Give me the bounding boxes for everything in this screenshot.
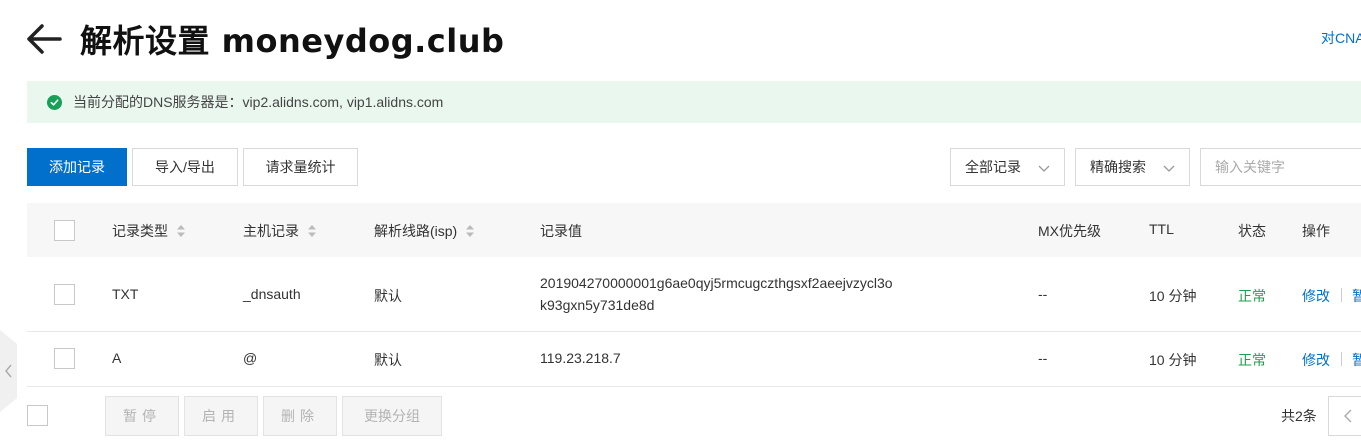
edit-link[interactable]: 修改 — [1302, 350, 1330, 370]
host-record: @ — [243, 350, 258, 366]
keyword-search-input[interactable] — [1200, 148, 1361, 186]
record-filter-label: 全部记录 — [965, 159, 1021, 175]
pause-button[interactable]: 暂停 — [105, 396, 179, 436]
ttl-value: 10 分钟 — [1149, 288, 1197, 304]
resolve-line: 默认 — [374, 288, 402, 304]
record-value-line-1: 201904270000001g6ae0qyj5rmcugczthgsxf2ae… — [540, 275, 893, 291]
chevron-down-icon — [1163, 161, 1175, 177]
table-row: TXT _dnsauth 默认 201904270000001g6ae0qyj5… — [27, 257, 1361, 332]
search-mode-label: 精确搜索 — [1090, 159, 1146, 175]
column-value: 记录值 — [540, 223, 582, 239]
column-ttl: TTL — [1149, 221, 1174, 237]
search-mode-select[interactable]: 精确搜索 — [1075, 148, 1190, 186]
column-actions: 操作 — [1302, 223, 1330, 239]
mx-priority: -- — [1038, 350, 1048, 366]
chevron-down-icon — [1038, 161, 1050, 177]
action-divider — [1341, 352, 1342, 366]
sort-icon[interactable] — [307, 224, 317, 238]
action-divider — [1341, 288, 1342, 302]
total-count: 共2条 — [1281, 408, 1317, 424]
back-arrow-icon[interactable] — [24, 19, 64, 59]
column-host-label: 主机记录 — [243, 223, 299, 239]
mx-priority: -- — [1038, 286, 1048, 302]
select-all-checkbox[interactable] — [54, 220, 75, 241]
page-header: 解析设置 moneydog.club — [24, 14, 504, 64]
request-stats-button[interactable]: 请求量统计 — [243, 148, 358, 186]
add-record-button[interactable]: 添加记录 — [27, 148, 127, 186]
column-type-label: 记录类型 — [112, 223, 168, 239]
pagination-prev-button[interactable] — [1328, 396, 1361, 436]
table-header: 记录类型 主机记录 解析线路(isp) 记录值 MX优先级 TTL 状态 操作 — [27, 203, 1361, 257]
table-row: A @ 默认 119.23.218.7 -- 10 分钟 正常 修改 暂 — [27, 332, 1361, 387]
row-checkbox[interactable] — [54, 284, 75, 305]
cname-link[interactable]: 对CNA — [1321, 28, 1361, 48]
pause-link[interactable]: 暂 — [1352, 350, 1361, 370]
resolve-line: 默认 — [374, 352, 402, 368]
page-title: 解析设置 moneydog.club — [80, 22, 505, 60]
footer-select-all-checkbox[interactable] — [27, 405, 48, 426]
delete-button[interactable]: 删除 — [263, 396, 337, 436]
record-filter-select[interactable]: 全部记录 — [950, 148, 1065, 186]
row-checkbox[interactable] — [54, 348, 75, 369]
record-value-line-1: 119.23.218.7 — [540, 350, 621, 366]
column-mx: MX优先级 — [1038, 223, 1101, 239]
enable-button[interactable]: 启用 — [184, 396, 258, 436]
column-status: 状态 — [1238, 223, 1266, 239]
record-value-line-2: k93gxn5y731de8d — [540, 297, 655, 313]
sort-icon[interactable] — [176, 224, 186, 238]
status-badge: 正常 — [1238, 288, 1266, 304]
column-host[interactable]: 主机记录 — [243, 221, 317, 241]
status-badge: 正常 — [1238, 352, 1266, 368]
notice-text: 当前分配的DNS服务器是：vip2.alidns.com, vip1.alidn… — [73, 94, 444, 110]
column-line[interactable]: 解析线路(isp) — [374, 221, 475, 241]
record-type: TXT — [112, 286, 139, 302]
column-type[interactable]: 记录类型 — [112, 221, 186, 241]
import-export-button[interactable]: 导入/导出 — [132, 148, 238, 186]
change-group-button[interactable]: 更换分组 — [342, 396, 442, 436]
chevron-left-icon — [1344, 409, 1352, 423]
sidebar-collapse-handle[interactable] — [0, 330, 17, 412]
dns-server-notice: 当前分配的DNS服务器是：vip2.alidns.com, vip1.alidn… — [27, 81, 1361, 123]
edit-link[interactable]: 修改 — [1302, 286, 1330, 306]
sort-icon[interactable] — [465, 224, 475, 238]
host-record: _dnsauth — [243, 286, 301, 302]
ttl-value: 10 分钟 — [1149, 352, 1197, 368]
column-line-label: 解析线路(isp) — [374, 223, 458, 239]
pause-link[interactable]: 暂 — [1352, 286, 1361, 306]
check-circle-icon — [47, 94, 62, 110]
record-type: A — [112, 350, 122, 366]
